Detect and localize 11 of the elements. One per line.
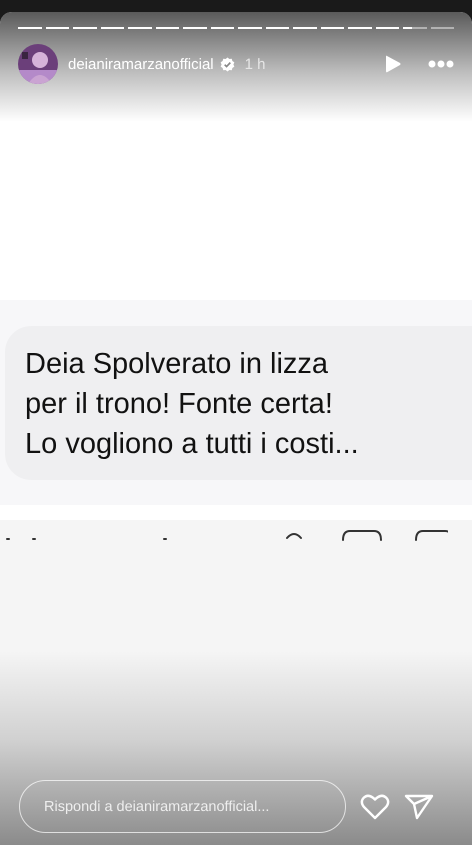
message-text: Deia Spolverato in lizza (25, 346, 330, 382)
play-icon[interactable] (384, 54, 402, 74)
reply-input-field[interactable]: Rispondi a deianiramarzanofficial... (19, 780, 346, 833)
send-icon[interactable] (404, 793, 434, 820)
message-text: Lo vogliono a tutti i costi... (25, 426, 360, 462)
avatar[interactable] (18, 44, 58, 84)
heart-icon[interactable] (360, 793, 390, 820)
username[interactable]: deianiramarzanofficial (68, 56, 214, 72)
more-options-icon[interactable] (428, 60, 454, 68)
post-time: 1 h (244, 56, 266, 72)
message-text: per il trono! Fonte certa! (25, 386, 334, 422)
